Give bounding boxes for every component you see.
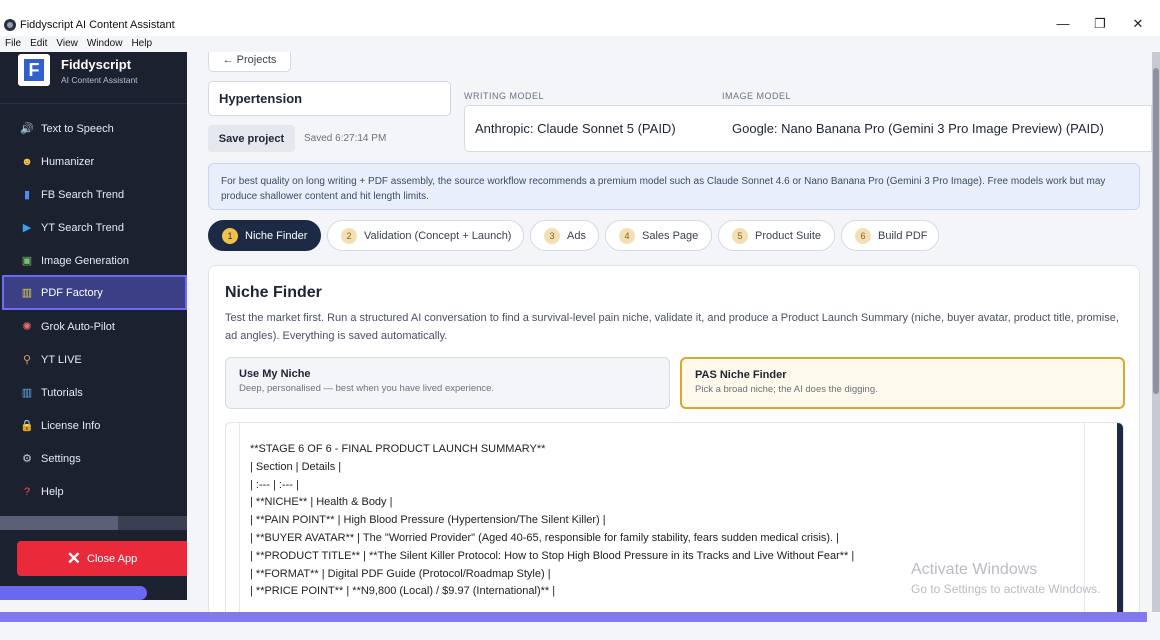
card-description: Test the market first. Run a structured … xyxy=(225,312,1119,342)
sidebar-item-label: Tutorials xyxy=(41,386,83,399)
speaker-icon: 🔊 xyxy=(20,123,34,135)
use-my-niche-option[interactable]: Use My Niche Deep, personalised — best w… xyxy=(225,357,670,409)
conversation-scrollbar[interactable] xyxy=(1117,423,1123,612)
writing-model-label: WRITING MODEL xyxy=(464,91,544,101)
sidebar-item-label: Image Generation xyxy=(41,254,130,267)
step-sales-page[interactable]: 4 Sales Page xyxy=(605,220,712,251)
transcript-line: | Section | Details | xyxy=(250,460,342,473)
sidebar-item-label: PDF Factory xyxy=(41,286,103,299)
saved-timestamp: Saved 6:27:14 PM xyxy=(304,133,387,144)
title-bar: Fiddyscript AI Content Assistant File Ed… xyxy=(0,0,1160,49)
model-recommendation-notice: For best quality on long writing + PDF a… xyxy=(208,163,1140,210)
pas-niche-finder-option[interactable]: PAS Niche Finder Pick a broad niche; the… xyxy=(680,357,1125,409)
project-name-input[interactable]: Hypertension xyxy=(208,81,451,116)
brand-name: Fiddyscript xyxy=(61,57,132,72)
sidebar-item-grok-auto-pilot[interactable]: ✺ Grok Auto-Pilot xyxy=(0,310,187,343)
main-panel: ← Projects Hypertension Save project Sav… xyxy=(187,52,1152,612)
step-niche-finder[interactable]: 1 Niche Finder xyxy=(208,220,321,251)
brand: F Fiddyscript AI Content Assistant xyxy=(0,52,187,104)
sidebar: F Fiddyscript AI Content Assistant 🔊 Text… xyxy=(0,52,187,600)
lock-icon: 🔒 xyxy=(20,420,34,432)
minimize-icon[interactable]: — xyxy=(1055,16,1071,31)
sidebar-item-label: Grok Auto-Pilot xyxy=(41,320,115,333)
sidebar-item-tutorials[interactable]: ▥ Tutorials xyxy=(0,376,187,409)
close-app-label: Close App xyxy=(87,552,138,565)
sidebar-scrollbar[interactable] xyxy=(0,516,187,530)
sidebar-item-text-to-speech[interactable]: 🔊 Text to Speech xyxy=(0,112,187,145)
card-title: Niche Finder xyxy=(225,284,322,301)
sidebar-item-label: Text to Speech xyxy=(41,122,114,135)
save-project-button[interactable]: Save project xyxy=(208,125,295,152)
page-scroll-thumb[interactable] xyxy=(1153,68,1159,394)
niche-finder-card: Niche Finder Test the market first. Run … xyxy=(208,265,1140,612)
step-product-suite[interactable]: 5 Product Suite xyxy=(718,220,835,251)
back-to-projects-button[interactable]: ← Projects xyxy=(208,52,291,72)
transcript-line: **STAGE 6 OF 6 - FINAL PRODUCT LAUNCH SU… xyxy=(250,443,546,455)
sidebar-item-label: Settings xyxy=(41,452,81,465)
menu-view[interactable]: View xyxy=(56,38,78,49)
page-scrollbar[interactable] xyxy=(1152,52,1160,612)
step-build-pdf[interactable]: 6 Build PDF xyxy=(841,220,939,251)
question-icon: ? xyxy=(23,485,31,498)
sidebar-item-label: Help xyxy=(41,485,64,498)
menu-help[interactable]: Help xyxy=(131,38,152,49)
bottom-scrollbar[interactable] xyxy=(0,612,1147,622)
mask-icon: ☻ xyxy=(21,155,33,168)
maximize-icon[interactable]: ❐ xyxy=(1092,16,1108,32)
menu-window[interactable]: Window xyxy=(87,38,123,49)
sidebar-scroll-thumb[interactable] xyxy=(0,516,118,530)
sidebar-item-label: FB Search Trend xyxy=(41,188,125,201)
transcript-line: | **NICHE** | Health & Body | xyxy=(250,496,393,509)
bottom-strip xyxy=(0,622,1160,640)
transcript-line: | **BUYER AVATAR** | The "Worried Provid… xyxy=(250,531,840,544)
sidebar-item-pdf-factory[interactable]: ▥ PDF Factory xyxy=(2,275,187,310)
app-icon xyxy=(4,19,16,31)
window-title: Fiddyscript AI Content Assistant xyxy=(20,19,175,31)
step-ads[interactable]: 3 Ads xyxy=(530,220,599,251)
sidebar-item-label: YT LIVE xyxy=(41,353,82,366)
writing-model-select[interactable]: Anthropic: Claude Sonnet 5 (PAID) xyxy=(464,105,723,152)
sidebar-item-label: YT Search Trend xyxy=(41,221,124,234)
close-window-icon[interactable]: ✕ xyxy=(1130,16,1146,32)
image-model-label: IMAGE MODEL xyxy=(722,91,792,101)
sidebar-item-label: License Info xyxy=(41,419,101,432)
close-app-button[interactable]: ✕ Close App xyxy=(17,541,187,576)
image-model-select[interactable]: Google: Nano Banana Pro (Gemini 3 Pro Im… xyxy=(722,105,1152,152)
gear-palette-icon: ✺ xyxy=(22,321,32,333)
sidebar-item-label: Humanizer xyxy=(41,155,95,168)
brand-subtitle: AI Content Assistant xyxy=(61,75,138,85)
sidebar-item-fb-search-trend[interactable]: ▮ FB Search Trend xyxy=(0,178,187,211)
sidebar-item-yt-live[interactable]: ⚲ YT LIVE xyxy=(0,343,187,376)
books-icon: ▥ xyxy=(21,387,33,399)
sidebar-item-humanizer[interactable]: ☻ Humanizer xyxy=(0,145,187,178)
activate-windows-watermark: Activate Windows Go to Settings to activ… xyxy=(911,561,1101,596)
play-icon: ▶ xyxy=(22,222,32,234)
step-validation[interactable]: 2 Validation (Concept + Launch) xyxy=(327,220,524,251)
sidebar-item-yt-search-trend[interactable]: ▶ YT Search Trend xyxy=(0,211,187,244)
logo-icon: F xyxy=(18,54,50,86)
menu-bar: File Edit View Window Help xyxy=(5,38,152,49)
image-icon: ▣ xyxy=(21,255,33,267)
gear-icon: ⚙ xyxy=(22,453,32,465)
menu-edit[interactable]: Edit xyxy=(30,38,47,49)
sidebar-item-help[interactable]: ? Help xyxy=(0,475,187,508)
broom-icon: ⚲ xyxy=(22,354,32,366)
menu-file[interactable]: File xyxy=(5,38,21,49)
bar-chart-icon: ▮ xyxy=(23,189,31,201)
sidebar-item-license-info[interactable]: 🔒 License Info xyxy=(0,409,187,442)
sidebar-item-settings[interactable]: ⚙ Settings xyxy=(0,442,187,475)
sidebar-footer-bar xyxy=(0,586,147,600)
building-icon: ▥ xyxy=(21,287,33,299)
close-icon: ✕ xyxy=(66,548,82,568)
transcript-line: | :--- | :--- | xyxy=(250,478,299,491)
sidebar-item-image-generation[interactable]: ▣ Image Generation xyxy=(0,244,187,277)
transcript-line: | **PAIN POINT** | High Blood Pressure (… xyxy=(250,514,606,527)
